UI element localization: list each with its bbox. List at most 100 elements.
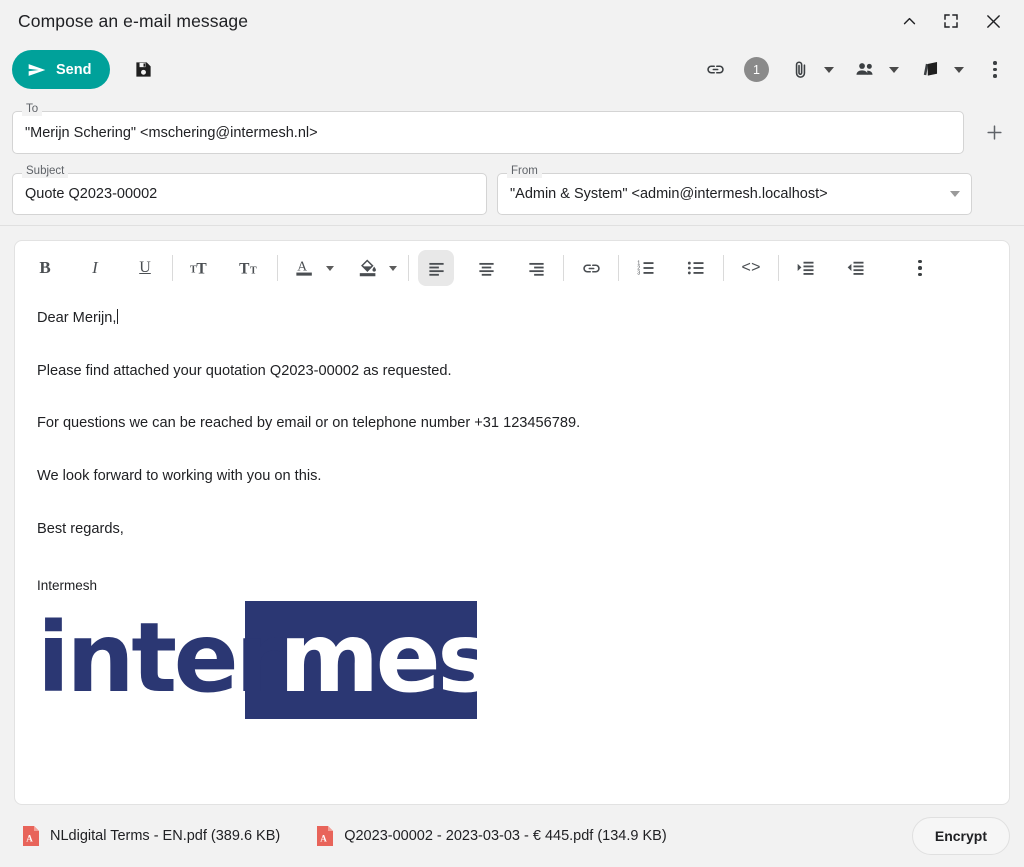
increase-font-size-button[interactable]: T T bbox=[182, 250, 218, 286]
decrease-font-size-button[interactable]: T T bbox=[232, 250, 268, 286]
fill-color-caret-icon[interactable] bbox=[389, 265, 397, 271]
link-icon bbox=[706, 65, 724, 74]
expand-button[interactable] bbox=[934, 4, 968, 38]
attachment-item[interactable]: A NLdigital Terms - EN.pdf (389.6 KB) bbox=[22, 825, 280, 847]
page-title: Compose an e-mail message bbox=[18, 10, 249, 31]
from-dropdown-caret-icon[interactable] bbox=[950, 191, 960, 197]
text-color-split: A bbox=[287, 250, 336, 286]
editor-area: B I U T T T T A 1 2 3 <> Dear Merijn, Pl… bbox=[0, 226, 1024, 805]
ordered-list-button[interactable]: 1 2 3 bbox=[628, 250, 664, 286]
unordered-list-button[interactable] bbox=[678, 250, 714, 286]
header-fields: To "Merijn Schering" <mschering@intermes… bbox=[0, 97, 1024, 226]
expand-icon bbox=[944, 14, 958, 28]
close-icon bbox=[986, 14, 1000, 28]
unordered-list-icon bbox=[687, 261, 704, 275]
align-right-button[interactable] bbox=[518, 250, 554, 286]
people-icon bbox=[855, 63, 872, 75]
attachment-name: Q2023-00002 - 2023-03-03 - € 445.pdf (13… bbox=[344, 828, 667, 844]
from-label: From bbox=[507, 165, 542, 178]
text-color-caret-icon[interactable] bbox=[326, 265, 334, 271]
logo-text-mesh: mesh bbox=[279, 602, 559, 715]
text-color-icon: A bbox=[296, 259, 312, 276]
fill-color-button[interactable] bbox=[350, 250, 386, 286]
more-vertical-icon bbox=[918, 259, 922, 277]
message-body[interactable]: Dear Merijn, Please find attached your q… bbox=[15, 295, 1009, 804]
window-controls bbox=[892, 4, 1010, 38]
attach-button[interactable] bbox=[781, 51, 819, 89]
from-value: "Admin & System" <admin@intermesh.localh… bbox=[510, 186, 828, 202]
logo-wordmark: intermesh bbox=[37, 597, 559, 719]
close-button[interactable] bbox=[976, 4, 1010, 38]
align-left-button[interactable] bbox=[418, 250, 454, 286]
link-count-badge[interactable]: 1 bbox=[744, 57, 769, 82]
toolbar-divider bbox=[618, 255, 619, 281]
svg-text:T: T bbox=[239, 260, 250, 277]
attachment-name: NLdigital Terms - EN.pdf (389.6 KB) bbox=[50, 828, 281, 844]
add-recipient-button[interactable] bbox=[974, 112, 1014, 152]
align-center-icon bbox=[478, 262, 494, 276]
source-code-button[interactable]: <> bbox=[733, 250, 769, 286]
template-split-button bbox=[911, 51, 964, 89]
send-plane-icon bbox=[28, 63, 46, 76]
to-value: "Merijn Schering" <mschering@intermesh.n… bbox=[25, 124, 318, 141]
decrease-font-size-icon: T T bbox=[239, 260, 257, 277]
indent-button[interactable] bbox=[788, 250, 824, 286]
increase-font-size-icon: T T bbox=[190, 260, 207, 277]
send-button[interactable]: Send bbox=[12, 50, 111, 89]
fill-color-icon bbox=[359, 259, 376, 277]
subject-field[interactable]: Subject Quote Q2023-00002 bbox=[12, 165, 487, 215]
to-field-wrapper: To "Merijn Schering" <mschering@intermes… bbox=[12, 103, 964, 154]
contacts-split-button bbox=[846, 51, 899, 89]
insert-link-button[interactable] bbox=[573, 250, 609, 286]
pdf-file-icon: A bbox=[317, 826, 334, 846]
from-field[interactable]: From "Admin & System" <admin@intermesh.l… bbox=[497, 165, 972, 215]
from-field-wrapper: From "Admin & System" <admin@intermesh.l… bbox=[497, 165, 972, 215]
align-left-icon bbox=[428, 262, 444, 276]
toolbar-divider bbox=[723, 255, 724, 281]
more-vertical-icon bbox=[993, 61, 997, 78]
link-icon bbox=[582, 263, 600, 273]
contacts-button[interactable] bbox=[846, 51, 884, 89]
intermesh-logo: intermesh bbox=[37, 597, 559, 720]
pdf-file-icon: A bbox=[23, 826, 39, 846]
svg-text:T: T bbox=[250, 265, 257, 276]
collapse-button[interactable] bbox=[892, 4, 926, 38]
template-dropdown-caret-icon[interactable] bbox=[954, 66, 964, 73]
to-row: To "Merijn Schering" <mschering@intermes… bbox=[12, 101, 1014, 154]
body-paragraph: For questions we can be reached by email… bbox=[37, 415, 581, 432]
bold-button[interactable]: B bbox=[27, 250, 63, 286]
save-draft-button[interactable] bbox=[124, 51, 162, 89]
to-field[interactable]: To "Merijn Schering" <mschering@intermes… bbox=[12, 103, 964, 154]
attach-dropdown-caret-icon[interactable] bbox=[824, 66, 834, 73]
ordered-list-icon: 1 2 3 bbox=[637, 261, 654, 277]
template-button[interactable] bbox=[911, 51, 949, 89]
attachment-item[interactable]: A Q2023-00002 - 2023-03-03 - € 445.pdf (… bbox=[316, 825, 667, 847]
body-paragraph: Dear Merijn, bbox=[37, 309, 119, 326]
contacts-dropdown-caret-icon[interactable] bbox=[889, 66, 899, 73]
toolbar-divider bbox=[408, 255, 409, 281]
svg-text:3: 3 bbox=[637, 271, 640, 277]
outdent-icon bbox=[847, 261, 864, 275]
outdent-button[interactable] bbox=[838, 250, 874, 286]
svg-text:A: A bbox=[320, 834, 327, 844]
text-color-button[interactable]: A bbox=[287, 250, 323, 286]
editor-more-button[interactable] bbox=[902, 250, 938, 286]
encrypt-button[interactable]: Encrypt bbox=[911, 817, 1010, 855]
subject-value: Quote Q2023-00002 bbox=[25, 186, 158, 202]
fill-color-split bbox=[350, 250, 399, 286]
link-button[interactable] bbox=[696, 51, 734, 89]
svg-text:A: A bbox=[26, 834, 33, 844]
body-paragraph: We look forward to working with you on t… bbox=[37, 468, 322, 485]
subject-field-wrapper: Subject Quote Q2023-00002 bbox=[12, 165, 487, 215]
subject-label: Subject bbox=[22, 165, 69, 178]
more-options-button[interactable] bbox=[976, 51, 1014, 89]
svg-text:A: A bbox=[297, 259, 307, 274]
body-paragraph: Best regards, bbox=[37, 520, 124, 537]
rich-text-editor: B I U T T T T A 1 2 3 <> Dear Merijn, Pl… bbox=[14, 240, 1010, 805]
underline-button[interactable]: U bbox=[127, 250, 163, 286]
italic-button[interactable]: I bbox=[77, 250, 113, 286]
window-titlebar: Compose an e-mail message bbox=[0, 0, 1024, 42]
signature-company-name: Intermesh bbox=[37, 578, 98, 594]
subject-from-row: Subject Quote Q2023-00002 From "Admin & … bbox=[12, 165, 1014, 215]
align-center-button[interactable] bbox=[468, 250, 504, 286]
